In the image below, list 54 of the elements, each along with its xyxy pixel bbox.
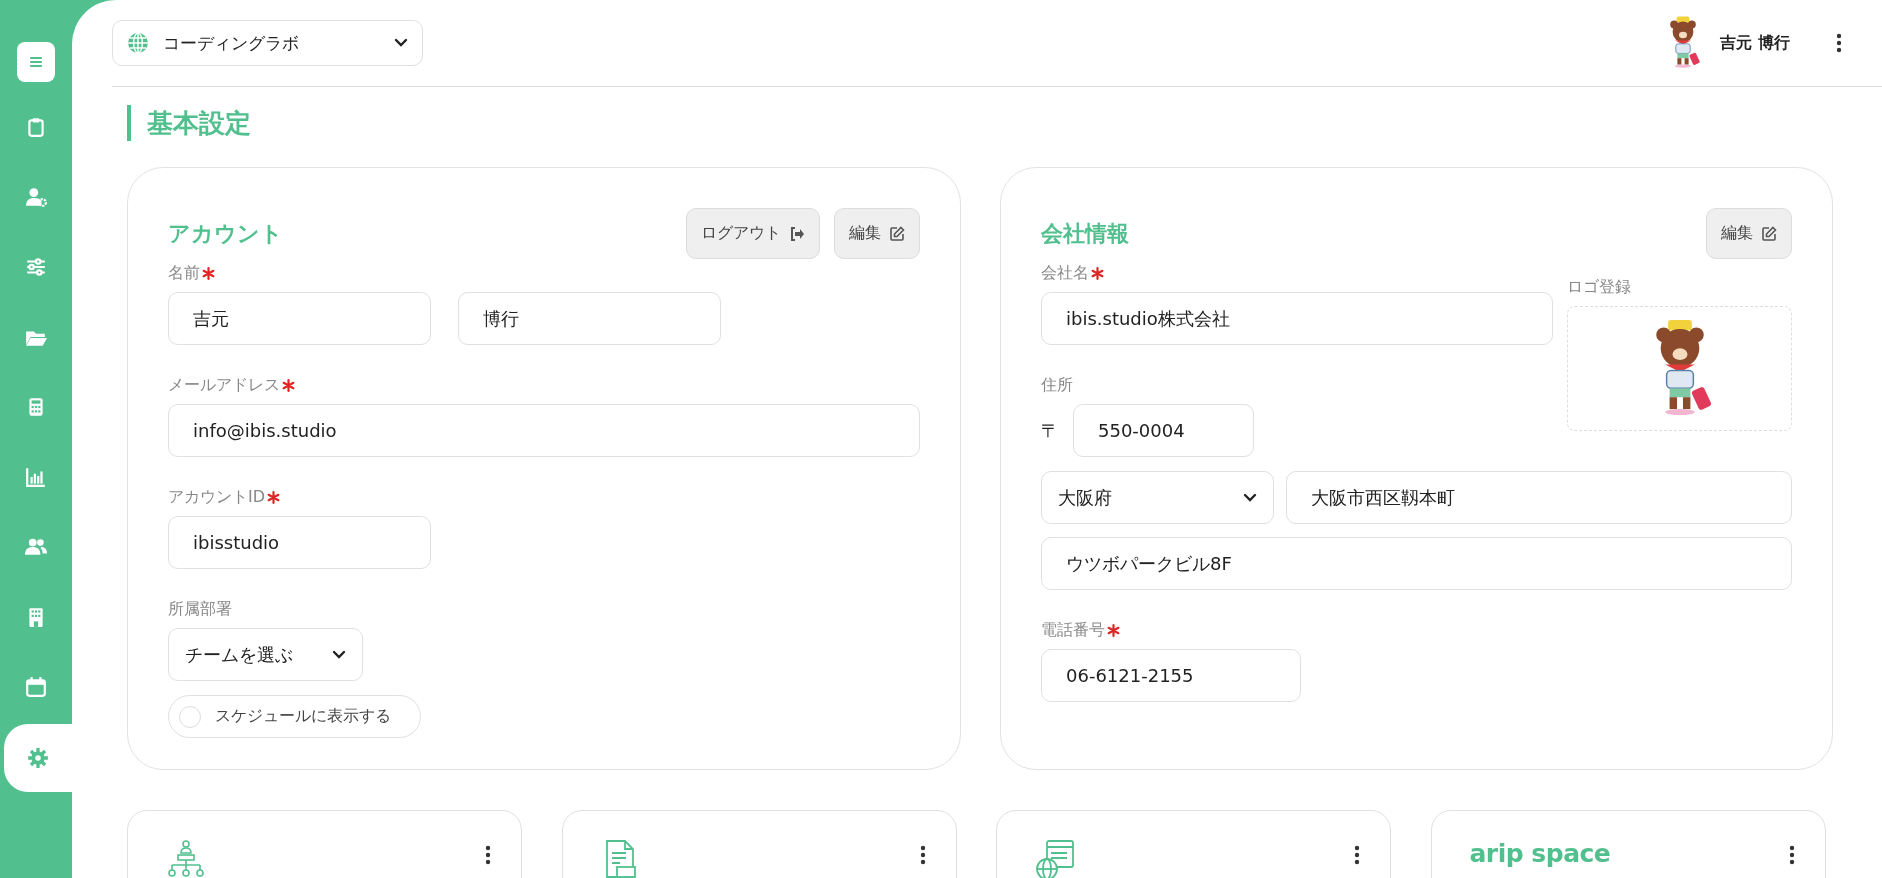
field-label: ロゴ登録 bbox=[1567, 276, 1632, 298]
field-label: アカウントID bbox=[168, 486, 266, 508]
logout-icon bbox=[789, 225, 805, 242]
text-field[interactable]: 吉元 bbox=[168, 292, 431, 345]
field-label: 住所 bbox=[1041, 374, 1073, 396]
edit-button[interactable]: 編集 bbox=[1706, 208, 1792, 259]
text-field[interactable]: ibisstudio bbox=[168, 516, 431, 569]
clipboard-icon bbox=[25, 116, 47, 138]
chevron-down-icon bbox=[394, 38, 408, 48]
menu-button[interactable] bbox=[17, 42, 55, 82]
text-field[interactable]: 博行 bbox=[458, 292, 721, 345]
chevron-down-icon bbox=[332, 649, 346, 660]
settings-icon bbox=[27, 747, 49, 769]
workspace-select[interactable]: コーディングラボ bbox=[112, 20, 423, 66]
user-gear-icon bbox=[25, 186, 47, 208]
more-icon[interactable] bbox=[1788, 845, 1795, 865]
users-icon bbox=[25, 536, 47, 558]
logo-upload-area[interactable] bbox=[1567, 306, 1792, 431]
user-name: 吉元 博行 bbox=[1720, 32, 1790, 54]
globe-icon bbox=[127, 32, 149, 54]
chevron-down-icon bbox=[1243, 492, 1257, 503]
org-chart-icon bbox=[166, 839, 206, 878]
logout-button[interactable]: ログアウト bbox=[686, 208, 820, 259]
edit-button[interactable]: 編集 bbox=[834, 208, 920, 259]
edit-icon bbox=[889, 225, 905, 242]
bar-chart-icon bbox=[25, 466, 47, 488]
field-label: 所属部署 bbox=[168, 598, 232, 620]
more-icon[interactable] bbox=[1354, 845, 1360, 865]
page-title: 基本設定 bbox=[127, 105, 1882, 141]
field-label: 電話番号 bbox=[1041, 619, 1105, 641]
card-title: 会社情報 bbox=[1041, 219, 1129, 248]
web-icon bbox=[1035, 839, 1075, 878]
field-label: メールアドレス bbox=[168, 374, 280, 396]
toggle-knob[interactable] bbox=[179, 705, 201, 728]
field-label: 名前 bbox=[168, 262, 200, 284]
text-field[interactable]: 06-6121-2155 bbox=[1041, 649, 1301, 702]
select-field[interactable]: 大阪府 bbox=[1041, 471, 1274, 524]
field-label: 会社名 bbox=[1041, 262, 1089, 284]
service-logo: arip space bbox=[1469, 839, 1611, 869]
text-field[interactable]: ibis.studio株式会社 bbox=[1041, 292, 1554, 345]
card-title: アカウント bbox=[168, 219, 283, 248]
more-icon[interactable] bbox=[919, 845, 926, 865]
text-field[interactable]: info@ibis.studio bbox=[168, 404, 920, 457]
sliders-icon bbox=[25, 256, 47, 278]
postal-mark: 〒 bbox=[1041, 418, 1059, 443]
sidebar-item[interactable] bbox=[4, 724, 72, 792]
more-icon[interactable] bbox=[485, 845, 491, 865]
more-icon[interactable] bbox=[1836, 33, 1842, 53]
text-field[interactable]: 550-0004 bbox=[1073, 404, 1254, 457]
select-field[interactable]: チームを選ぶ bbox=[168, 628, 363, 681]
calendar-icon bbox=[25, 676, 47, 698]
edit-icon bbox=[1761, 225, 1777, 242]
text-field[interactable]: 大阪市西区靱本町 bbox=[1286, 471, 1792, 524]
text-field[interactable]: ウツボパークビル8F bbox=[1041, 537, 1792, 590]
